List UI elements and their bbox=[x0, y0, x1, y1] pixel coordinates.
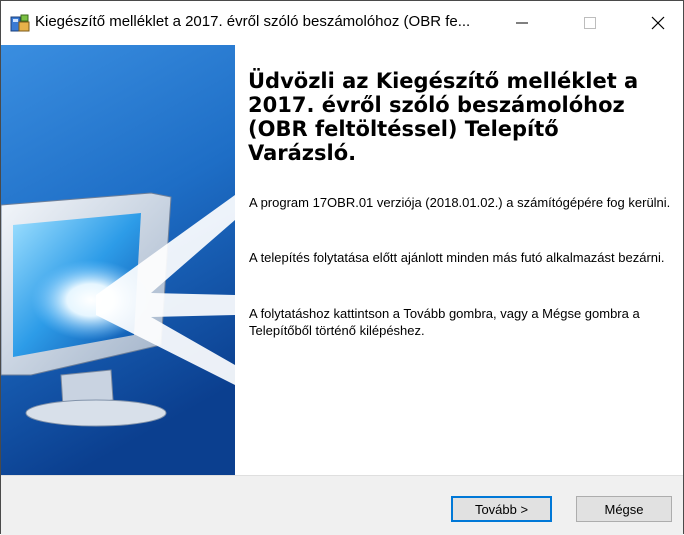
wizard-content: Üdvözli az Kiegészítő melléklet a 2017. … bbox=[235, 45, 683, 475]
button-bar: Tovább > Mégse bbox=[1, 475, 683, 535]
installer-window: Kiegészítő melléklet a 2017. évről szóló… bbox=[0, 0, 684, 535]
close-button[interactable] bbox=[635, 1, 681, 45]
installer-app-icon bbox=[10, 13, 30, 33]
next-button[interactable]: Tovább > bbox=[451, 496, 552, 522]
title-bar[interactable]: Kiegészítő melléklet a 2017. évről szóló… bbox=[1, 1, 683, 45]
window-title: Kiegészítő melléklet a 2017. évről szóló… bbox=[35, 13, 471, 30]
maximize-button[interactable] bbox=[567, 1, 613, 45]
minimize-button[interactable] bbox=[499, 1, 545, 45]
wizard-sidebar-image bbox=[1, 45, 235, 475]
minimize-icon bbox=[516, 22, 528, 24]
welcome-heading: Üdvözli az Kiegészítő melléklet a 2017. … bbox=[248, 69, 639, 165]
maximize-icon bbox=[584, 17, 596, 29]
close-icon bbox=[651, 16, 665, 30]
info-paragraph-instructions: A folytatáshoz kattintson a Tovább gombr… bbox=[249, 306, 640, 338]
info-paragraph-close-apps: A telepítés folytatása előtt ajánlott mi… bbox=[249, 250, 665, 265]
cancel-button[interactable]: Mégse bbox=[576, 496, 672, 522]
info-paragraph-version: A program 17OBR.01 verziója (2018.01.02.… bbox=[249, 195, 671, 210]
